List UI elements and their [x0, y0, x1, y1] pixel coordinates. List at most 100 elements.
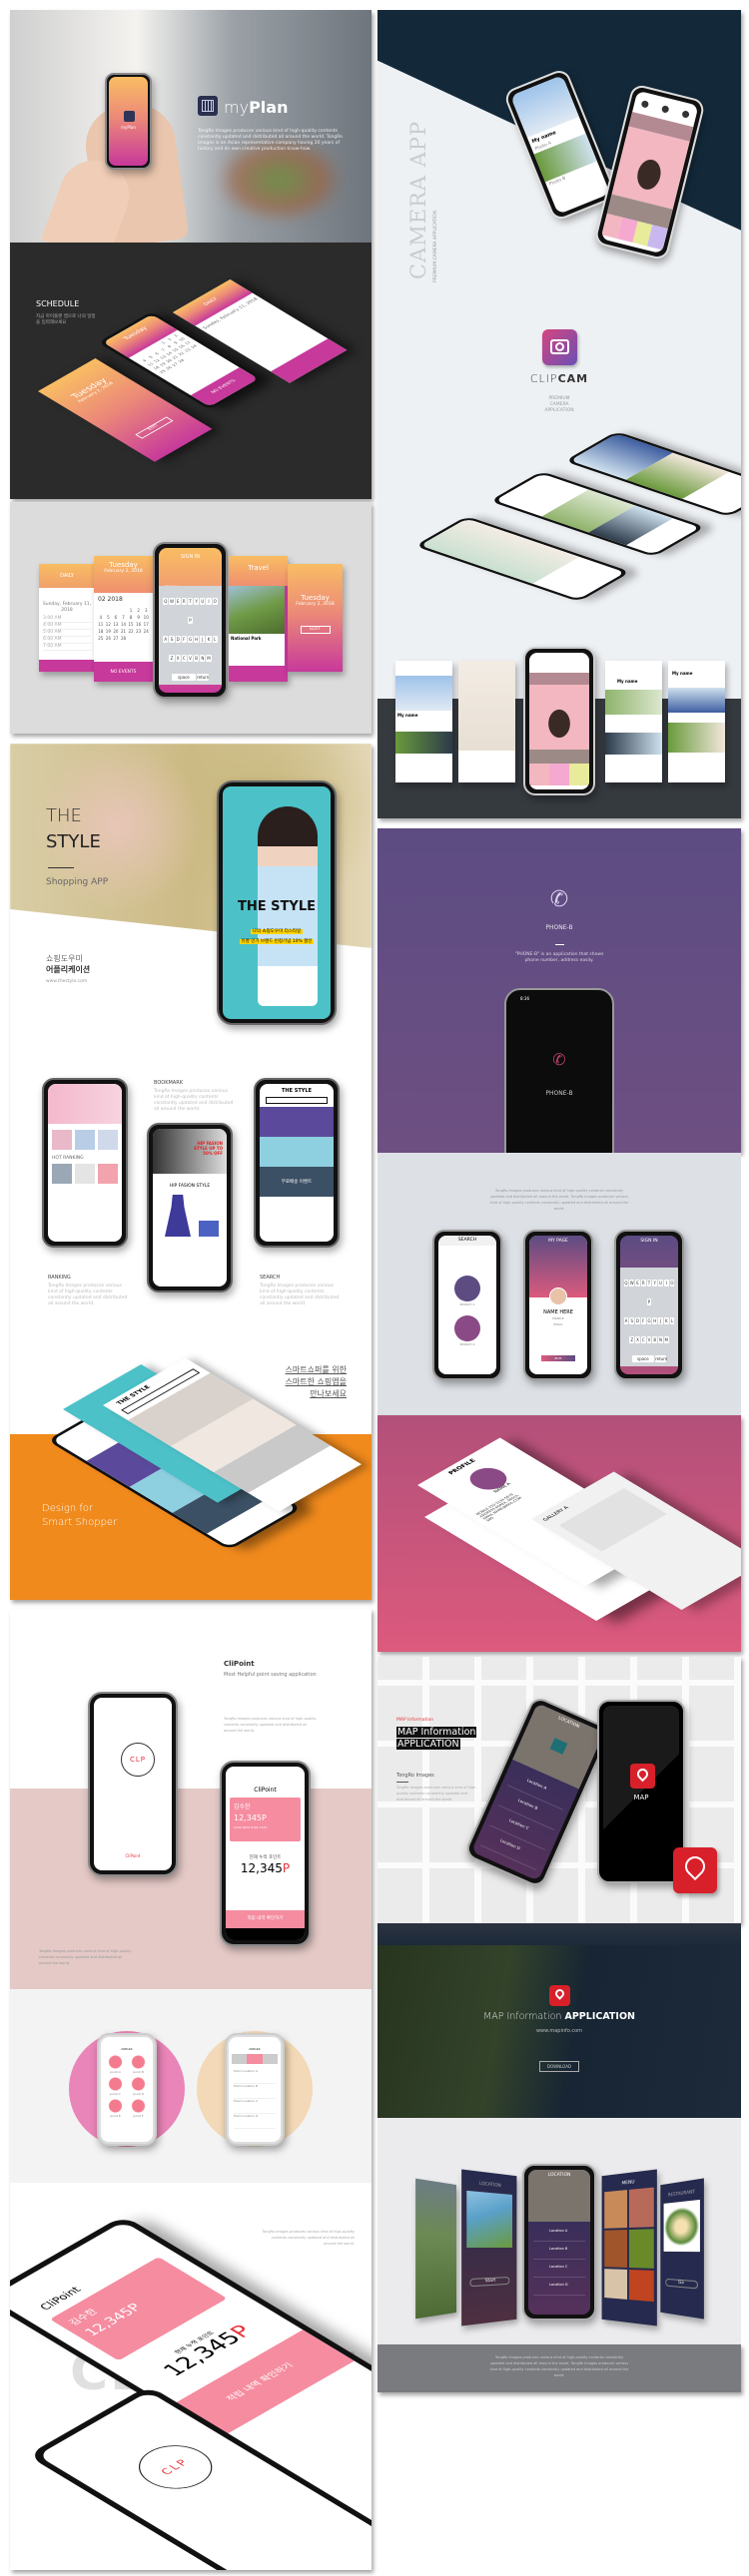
- myplan-hero-panel: myPlan myPlan TongRo Images produces var…: [10, 10, 372, 243]
- list-item: 9: [137, 615, 140, 620]
- schedule-panel: SCHEDULE 지금 마이플랜 앱으로 나의 일정을 입력해보세요 Tuesd…: [10, 243, 372, 499]
- style-title-style: STYLE: [46, 831, 101, 852]
- clipoint-desc-iso: TongRo Images produces various kind of h…: [262, 2230, 355, 2246]
- phoneb-hero-panel: ✆ PHONE-B "PHONE-B" is an application th…: [377, 828, 741, 1153]
- search-phone: THE STYLE 무료배송 이벤트: [254, 1078, 340, 1248]
- calendar-icon: [124, 111, 135, 122]
- list-item: 28: [120, 636, 127, 641]
- search-circle: [454, 1276, 480, 1301]
- style-kr-line2: 어플리케이션: [46, 965, 91, 974]
- key: Z: [629, 1336, 635, 1343]
- list-item: 3:00 AM: [43, 616, 91, 623]
- key: N: [200, 655, 206, 662]
- list-item: Location D: [533, 2278, 585, 2296]
- key: B: [194, 655, 200, 662]
- list-item: 13: [113, 622, 119, 627]
- key: N: [658, 1336, 663, 1343]
- list-item: point F: [130, 2099, 147, 2118]
- camera-screen-4: My name: [605, 661, 662, 782]
- map-splash-phone: MAP: [597, 1700, 685, 1883]
- key: P: [646, 1298, 652, 1305]
- list-item: 27: [170, 361, 180, 367]
- card-edit-button: EDIT: [135, 416, 174, 439]
- camera-panel: CAMERA APP PREMIUM CAMERA APPLICATION My…: [377, 10, 741, 818]
- list-item: 스마트쇼퍼를 위한: [285, 1365, 347, 1374]
- screen-travel: Travel National Park: [229, 556, 288, 682]
- time-list: 3:00 AM 4:00 AM 5:00 AM 6:00 AM 7:00 AM: [39, 614, 95, 653]
- title-divider: [48, 867, 74, 868]
- key: J: [200, 636, 206, 643]
- point-location-phone: CliPoint Point Location A Point Location …: [225, 2033, 285, 2146]
- list-item: 6:00 AM: [43, 637, 91, 644]
- map-center-phone: LOCATION Location A Location B Location CL…: [522, 2164, 596, 2320]
- list-item: 1: [129, 608, 133, 613]
- key: H: [652, 1317, 658, 1324]
- myplan-calendar-icon: [198, 96, 218, 116]
- restaurant-screen: RESTAURANT Go: [660, 2178, 704, 2319]
- key: S: [169, 636, 175, 643]
- keyboard: Q W E R T Y U I O P A S D F G H J K L Z X C V B N Mspace return: [620, 1268, 678, 1366]
- map-pin-icon: [549, 1985, 570, 2006]
- list-item: point A: [107, 2055, 124, 2074]
- point-grid-phone: CliPoint point Apoint Bpoint Cpoint Dpoi…: [97, 2033, 157, 2146]
- list-item: 16: [136, 622, 142, 627]
- signin-header: SIGN IN: [180, 554, 201, 560]
- style-headline: 스마트쇼퍼를 위한 스마트한 쇼핑앱을 만나보세요: [286, 1364, 347, 1400]
- key: C: [640, 1336, 646, 1343]
- list-item: 4:00 AM: [43, 623, 91, 630]
- list-item: 3: [144, 608, 148, 613]
- list-item: point D: [130, 2077, 147, 2096]
- key: L: [212, 636, 218, 643]
- list-item: Location C: [533, 2260, 585, 2278]
- camera-screen-2: [458, 661, 515, 782]
- list-item: 15: [128, 622, 134, 627]
- location-list: Location A Location B Location C Location D: [528, 2222, 590, 2298]
- key: E: [635, 1280, 640, 1287]
- list-item: [113, 608, 119, 613]
- clipoint-main-phone: CliPoint 김수한 12,345P 1234 5678 9101 1121…: [220, 1761, 311, 1946]
- myplan-phone: myPlan: [105, 73, 152, 170]
- map-desc: TongRo Images produces various kind of h…: [396, 1786, 477, 1802]
- hip-fashion-title: HIP FASION STYLE: [169, 1184, 211, 1189]
- key: T: [646, 1280, 652, 1287]
- key: U: [200, 598, 206, 605]
- menu-screen: MENU: [601, 2169, 657, 2326]
- no-events-bar: NO EVENTS: [190, 367, 259, 407]
- phoneb-signin-phone: SIGN IN EMAIL PASSWORD SIGN IN QWERTYUIO…: [614, 1230, 684, 1380]
- list-item: point E: [107, 2099, 124, 2118]
- key: W: [629, 1280, 635, 1287]
- camera-filter-phone-front: [523, 647, 595, 795]
- key: C: [181, 655, 187, 662]
- key: T: [187, 598, 194, 605]
- bookmark-desc: TongRo Images produces various kind of h…: [154, 1089, 234, 1112]
- list-item: 6: [114, 615, 118, 620]
- key: O: [212, 598, 218, 605]
- hero-title: THE STYLE: [238, 899, 316, 914]
- map-title-1: MAP Information: [396, 1727, 477, 1738]
- avatar: [549, 1288, 567, 1305]
- list-item: 17: [143, 622, 149, 627]
- key: Q: [623, 1280, 629, 1287]
- map-title-2: APPLICATION: [396, 1739, 460, 1750]
- screen-tuesday: Tuesday February 2, 2018 EDIT: [288, 564, 343, 672]
- myplan-description: TongRo Images produces various kind of h…: [198, 129, 343, 152]
- map-footer-panel: TongRo Images produces various kind of h…: [377, 2344, 741, 2392]
- screen-month-calendar: Tuesday February 2, 2018 02 2018 1234567…: [94, 556, 153, 682]
- event-banner: 무료배송 이벤트: [260, 1167, 334, 1197]
- key: H: [194, 636, 200, 643]
- key: F: [640, 1317, 646, 1324]
- key: F: [181, 636, 187, 643]
- style-hero-phone: THE STYLE 나의 쇼핑도우미 더스타일 유명 인기 브랜드 런칭기념 1…: [217, 780, 337, 1025]
- ranking-banner: [48, 1084, 122, 1124]
- style-subtitle: Shopping APP: [46, 877, 109, 887]
- list-item: 5:00 AM: [43, 630, 91, 637]
- list-item: 28: [176, 357, 186, 364]
- search-label: SEARCH: [260, 1275, 281, 1281]
- list-item: [106, 608, 112, 613]
- bag-image: [199, 1221, 219, 1237]
- dress-image: [165, 1195, 191, 1237]
- key: Y: [652, 1280, 658, 1287]
- ranking-desc: TongRo Images produces various kind of h…: [48, 1284, 128, 1306]
- key: K: [206, 636, 212, 643]
- list-item: Location A: [533, 2224, 585, 2242]
